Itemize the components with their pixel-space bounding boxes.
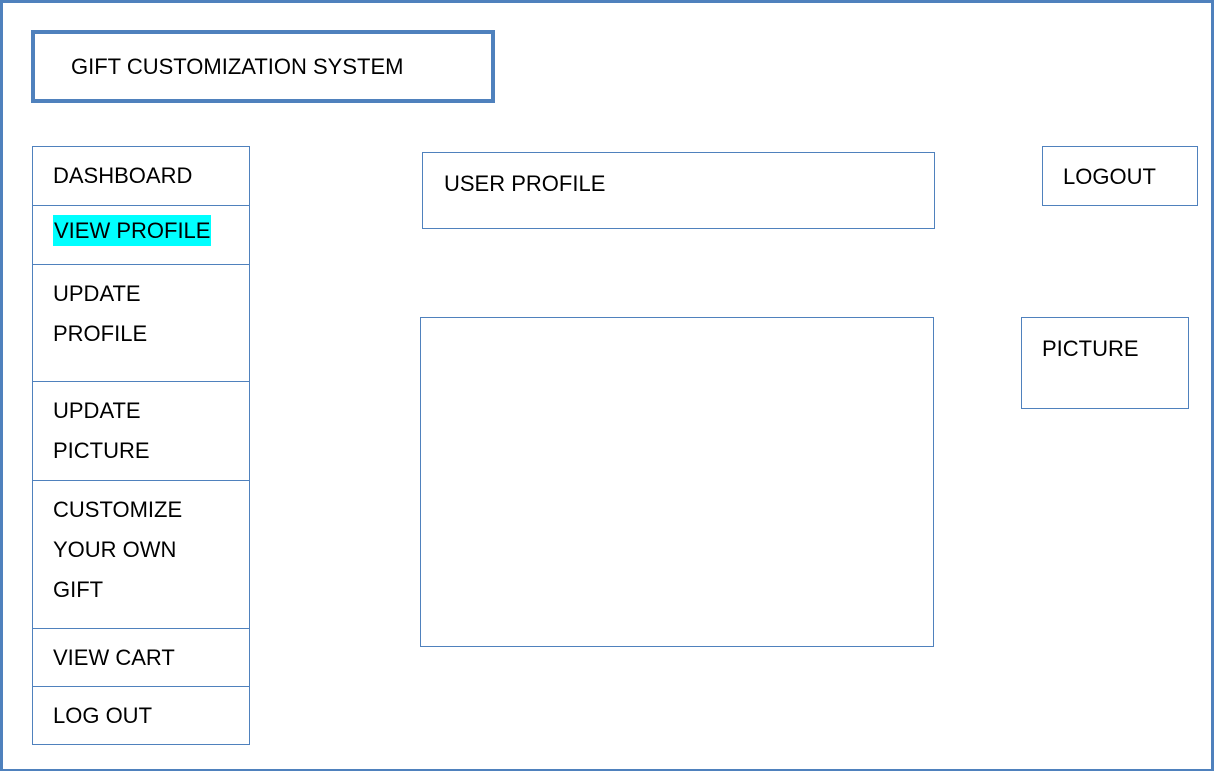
profile-details-panel	[420, 317, 934, 647]
sidebar-item-dashboard[interactable]: DASHBOARD	[32, 146, 250, 206]
sidebar-item-label: DASHBOARD	[53, 163, 193, 188]
logout-button[interactable]: LOGOUT	[1042, 146, 1198, 206]
user-profile-title: USER PROFILE	[444, 171, 606, 196]
sidebar-item-label: UPDATE PICTURE	[53, 398, 150, 463]
app-title-box: GIFT CUSTOMIZATION SYSTEM	[31, 30, 495, 103]
sidebar-item-customize-gift[interactable]: CUSTOMIZE YOUR OWN GIFT	[32, 480, 250, 629]
sidebar-item-view-profile[interactable]: VIEW PROFILE	[32, 205, 250, 265]
profile-picture-box: PICTURE	[1021, 317, 1189, 409]
sidebar-item-update-picture[interactable]: UPDATE PICTURE	[32, 381, 250, 481]
sidebar-item-log-out[interactable]: LOG OUT	[32, 686, 250, 745]
user-profile-header: USER PROFILE	[422, 152, 935, 229]
sidebar-item-view-cart[interactable]: VIEW CART	[32, 628, 250, 687]
sidebar-item-update-profile[interactable]: UPDATE PROFILE	[32, 264, 250, 382]
sidebar-item-label: LOG OUT	[53, 703, 153, 728]
picture-label: PICTURE	[1042, 336, 1139, 361]
logout-label: LOGOUT	[1063, 164, 1156, 189]
app-title: GIFT CUSTOMIZATION SYSTEM	[71, 54, 404, 79]
sidebar-item-label: VIEW CART	[53, 645, 175, 670]
sidebar-item-label: UPDATE PROFILE	[53, 281, 148, 346]
sidebar-item-label: VIEW PROFILE	[53, 215, 212, 246]
sidebar-item-label: CUSTOMIZE YOUR OWN GIFT	[53, 497, 183, 602]
